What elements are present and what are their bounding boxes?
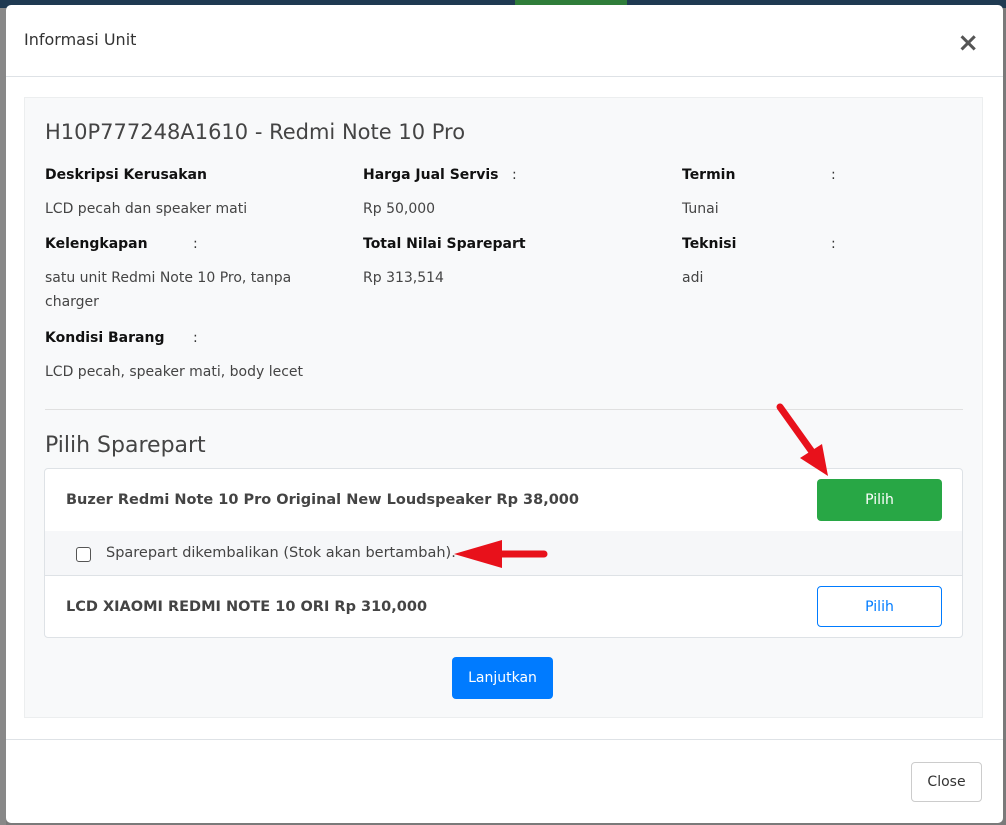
unit-panel: H10P777248A1610 - Redmi Note 10 Pro Desk… <box>24 97 983 718</box>
close-icon[interactable]: × <box>957 30 979 56</box>
modal-footer: Close <box>6 739 1003 823</box>
info-unit-modal: Informasi Unit × H10P777248A1610 - Redmi… <box>6 5 1003 823</box>
field-termin: Termin : Tunai <box>682 167 962 221</box>
sparepart-name: Buzer Redmi Note 10 Pro Original New Lou… <box>66 492 579 508</box>
kelengkapan-label: Kelengkapan <box>45 236 148 252</box>
field-harga: Harga Jual Servis : Rp 50,000 <box>363 167 643 221</box>
sparepart-item: LCD XIAOMI REDMI NOTE 10 ORI Rp 310,000 … <box>45 576 962 637</box>
termin-colon: : <box>831 167 836 183</box>
deskripsi-label: Deskripsi Kerusakan <box>45 167 207 183</box>
return-checkbox-label[interactable]: Sparepart dikembalikan (Stok akan bertam… <box>106 545 456 561</box>
total-colon: : <box>512 236 517 252</box>
lanjutkan-button[interactable]: Lanjutkan <box>452 657 553 699</box>
field-total-sparepart: Total Nilai Sparepart : Rp 313,514 <box>363 236 643 290</box>
field-kondisi: Kondisi Barang : LCD pecah, speaker mati… <box>45 330 335 384</box>
kondisi-label: Kondisi Barang <box>45 330 165 346</box>
red-arrow-down-icon <box>776 403 828 476</box>
harga-value: Rp 50,000 <box>363 201 436 217</box>
termin-value: Tunai <box>682 201 719 217</box>
pilih-button-selected[interactable]: Pilih <box>817 479 942 521</box>
teknisi-label: Teknisi <box>682 236 737 252</box>
teknisi-value: adi <box>682 270 704 286</box>
kondisi-value: LCD pecah, speaker mati, body lecet <box>45 364 304 380</box>
sparepart-section-title: Pilih Sparepart <box>45 433 206 458</box>
return-checkbox[interactable] <box>76 547 91 562</box>
harga-colon: : <box>512 167 517 183</box>
deskripsi-value: LCD pecah dan speaker mati <box>45 201 248 217</box>
unit-title: H10P777248A1610 - Redmi Note 10 Pro <box>45 120 466 144</box>
harga-label: Harga Jual Servis <box>363 167 499 183</box>
modal-header: Informasi Unit × <box>6 5 1003 77</box>
field-deskripsi: Deskripsi Kerusakan : LCD pecah dan spea… <box>45 167 325 221</box>
kondisi-colon: : <box>193 330 198 346</box>
sparepart-name: LCD XIAOMI REDMI NOTE 10 ORI Rp 310,000 <box>66 599 428 615</box>
field-kelengkapan: Kelengkapan : satu unit Redmi Note 10 Pr… <box>45 236 320 314</box>
total-value: Rp 313,514 <box>363 270 444 286</box>
teknisi-colon: : <box>831 236 836 252</box>
termin-label: Termin <box>682 167 736 183</box>
modal-title: Informasi Unit <box>24 30 137 49</box>
kelengkapan-value: satu unit Redmi Note 10 Pro, tanpa charg… <box>45 270 292 310</box>
deskripsi-colon: : <box>193 167 198 183</box>
pilih-button[interactable]: Pilih <box>817 586 942 627</box>
kelengkapan-colon: : <box>193 236 198 252</box>
total-label: Total Nilai Sparepart <box>363 236 526 252</box>
close-button[interactable]: Close <box>911 762 982 802</box>
field-teknisi: Teknisi : adi <box>682 236 962 290</box>
red-arrow-left-icon <box>454 540 548 568</box>
